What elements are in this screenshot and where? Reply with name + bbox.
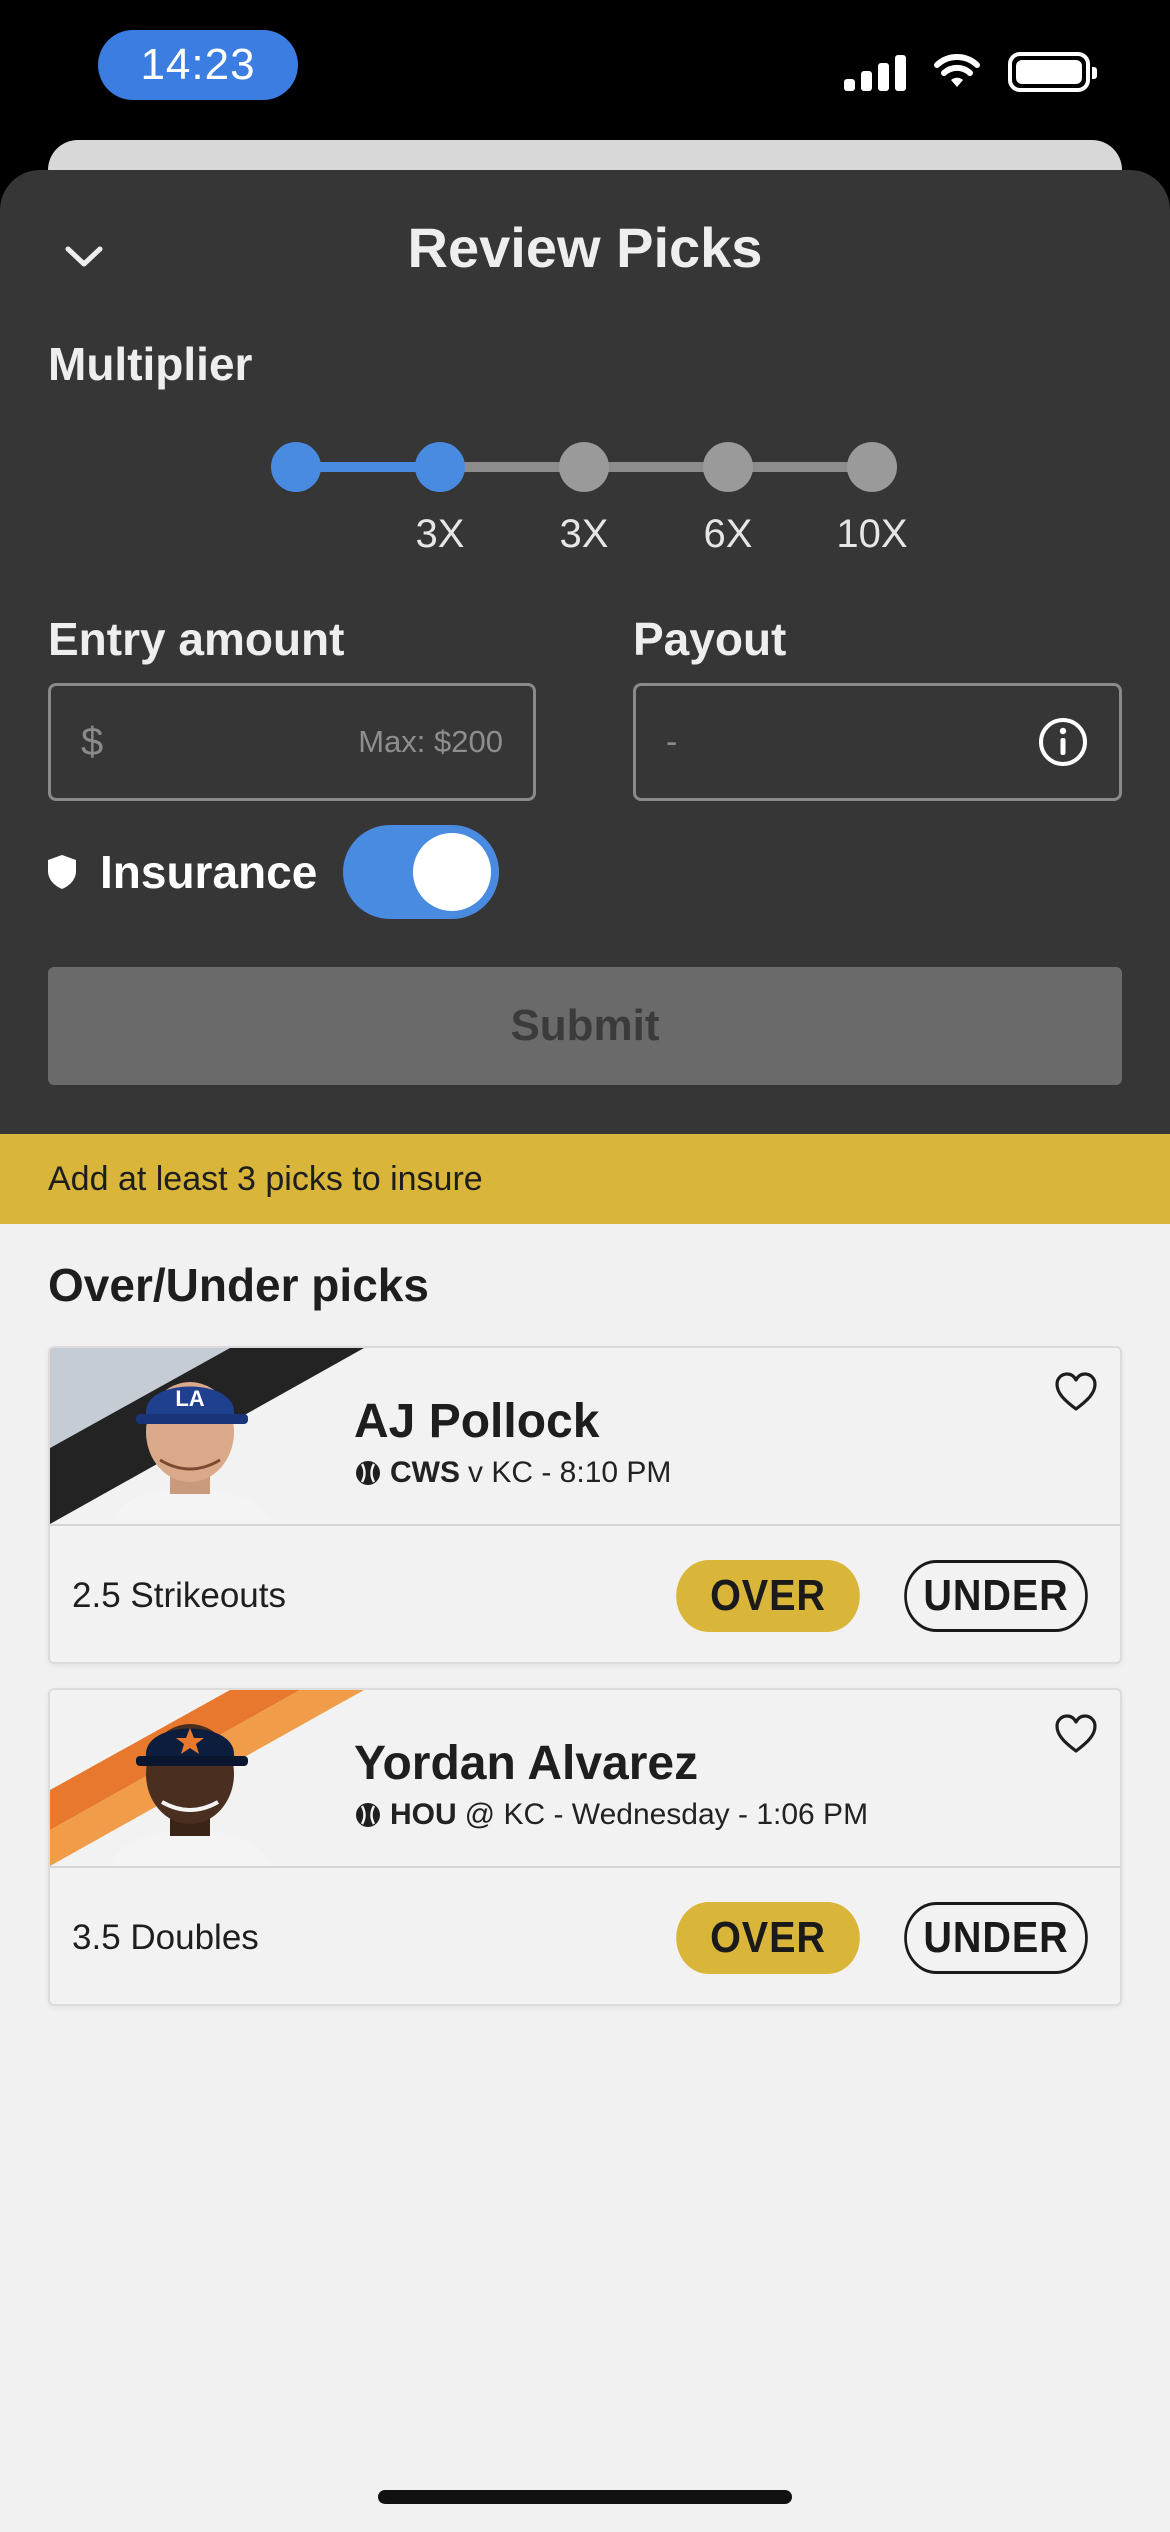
slider-stop-4[interactable] xyxy=(703,442,753,492)
under-button[interactable]: UNDER xyxy=(904,1560,1088,1632)
over-button[interactable]: OVER xyxy=(676,1902,860,1974)
home-indicator[interactable] xyxy=(378,2490,792,2504)
submit-button[interactable]: Submit xyxy=(48,967,1122,1085)
player-name: Yordan Alvarez xyxy=(354,1737,699,1790)
matchup-text: @ KC - Wednesday - 1:06 PM xyxy=(464,1798,869,1831)
slider-stop-label: 10X xyxy=(836,512,908,556)
payout-field: - xyxy=(633,683,1122,801)
card-divider xyxy=(50,1866,1120,1868)
pick-card: LA AJ Pollock CWS v KC - 8:10 PM 2.5 Str… xyxy=(48,1346,1122,1664)
shield-icon xyxy=(48,855,76,889)
slider-stop-1[interactable] xyxy=(271,442,321,492)
slider-stop-2[interactable] xyxy=(415,442,465,492)
over-button[interactable]: OVER xyxy=(676,1560,860,1632)
player-photo xyxy=(50,1690,364,1866)
status-icons xyxy=(844,52,1097,92)
wifi-icon xyxy=(934,54,980,87)
stat-line: 2.5 Strikeouts xyxy=(72,1576,286,1615)
battery-icon xyxy=(1008,52,1097,92)
cellular-signal-icon xyxy=(844,53,906,91)
payout-label: Payout xyxy=(633,613,787,665)
toggle-knob xyxy=(413,833,492,911)
player-photo: LA xyxy=(50,1348,364,1524)
slider-stop-label: 3X xyxy=(415,512,465,556)
player-name: AJ Pollock xyxy=(354,1395,600,1448)
baseball-icon xyxy=(356,1461,380,1485)
max-entry-hint: Max: $200 xyxy=(358,724,503,759)
game-info: HOU @ KC - Wednesday - 1:06 PM xyxy=(354,1798,868,1832)
stat-line: 3.5 Doubles xyxy=(72,1918,259,1957)
pick-card: Yordan Alvarez HOU @ KC - Wednesday - 1:… xyxy=(48,1688,1122,2006)
game-info: CWS v KC - 8:10 PM xyxy=(354,1456,671,1490)
matchup-text: v KC - 8:10 PM xyxy=(468,1456,672,1489)
svg-text:LA: LA xyxy=(175,1386,204,1411)
slider-stop-label: 6X xyxy=(703,512,753,556)
baseball-icon xyxy=(356,1803,380,1827)
currency-symbol: $ xyxy=(81,719,104,764)
heart-icon[interactable] xyxy=(1054,1372,1098,1412)
team-abbreviation: CWS xyxy=(390,1456,460,1489)
payout-value: - xyxy=(666,722,678,761)
slider-stop-3[interactable] xyxy=(559,442,609,492)
team-abbreviation: HOU xyxy=(390,1798,457,1831)
insurance-toggle[interactable] xyxy=(343,825,500,919)
slider-stop-5[interactable] xyxy=(847,442,897,492)
card-divider xyxy=(50,1524,1120,1526)
info-icon[interactable] xyxy=(1037,716,1089,768)
entry-amount-label: Entry amount xyxy=(48,613,345,665)
under-button[interactable]: UNDER xyxy=(904,1902,1088,1974)
sheet-title: Review Picks xyxy=(407,216,763,279)
multiplier-label: Multiplier xyxy=(48,338,253,390)
slider-stop-label: 3X xyxy=(559,512,609,556)
insurance-row: Insurance xyxy=(46,824,500,920)
insurance-warning-banner: Add at least 3 picks to insure xyxy=(0,1134,1170,1224)
heart-icon[interactable] xyxy=(1054,1714,1098,1754)
status-time: 14:23 xyxy=(98,30,298,100)
picks-list-title: Over/Under picks xyxy=(48,1259,429,1311)
insurance-label: Insurance xyxy=(100,846,318,898)
entry-amount-field[interactable]: $ Max: $200 xyxy=(48,683,536,801)
